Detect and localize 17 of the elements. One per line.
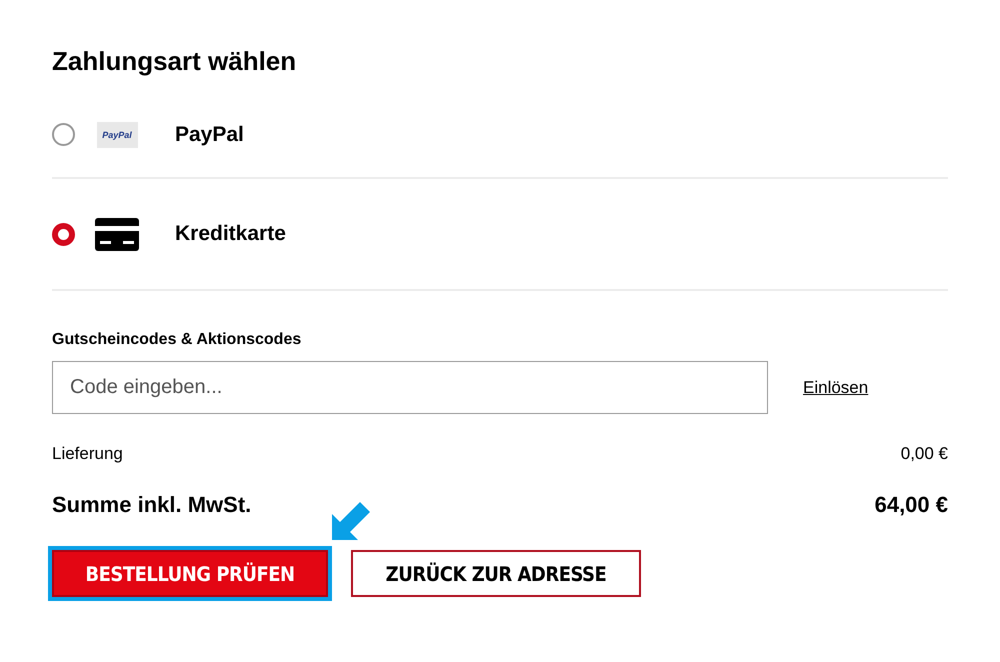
arrow-icon xyxy=(332,500,372,540)
total-label: Lieferung xyxy=(52,444,123,464)
radio-button[interactable] xyxy=(52,222,75,246)
code-input-field[interactable]: Code eingeben... xyxy=(52,361,768,414)
section-heading: Zahlungsart wählen xyxy=(52,46,298,77)
credit-card-icon xyxy=(95,218,139,250)
total-value: 0,00 € xyxy=(900,444,948,464)
radio-button[interactable] xyxy=(52,123,75,146)
total-value: 64,00 € xyxy=(874,492,948,518)
payment-label: PayPal xyxy=(175,122,244,146)
redeem-link[interactable]: Einlösen xyxy=(803,378,868,398)
voucher-label: Gutscheincodes & Aktionscodes xyxy=(52,331,302,349)
review-order-button[interactable]: BESTELLUNG PRÜFEN xyxy=(52,550,328,597)
total-label: Summe inkl. MwSt. xyxy=(52,492,252,518)
paypal-logo: PayPal xyxy=(96,122,138,148)
back-button[interactable]: ZURÜCK ZUR ADRESSE xyxy=(351,550,641,597)
payment-label: Kreditkarte xyxy=(175,222,286,246)
